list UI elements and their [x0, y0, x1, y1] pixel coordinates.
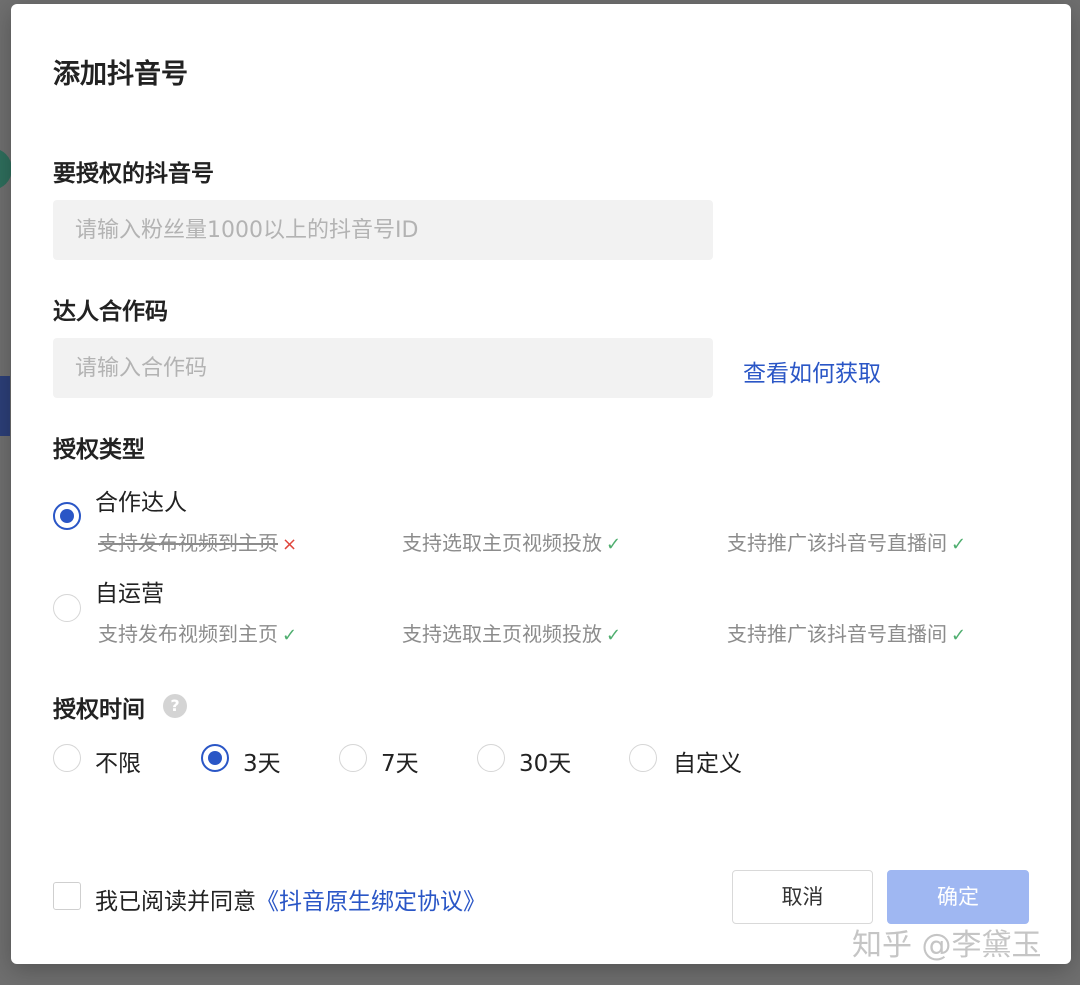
radio-self-operated[interactable]: [53, 594, 81, 622]
dialog-title: 添加抖音号: [53, 59, 188, 90]
radio-time-unlimited[interactable]: [53, 744, 81, 772]
account-id-input[interactable]: [53, 200, 713, 260]
agreement-prefix: 我已阅读并同意: [95, 889, 256, 915]
cooperation-code-label: 达人合作码: [53, 299, 168, 325]
check-icon: ✓: [606, 534, 622, 555]
agreement-text: 我已阅读并同意《抖音原生绑定协议》: [95, 882, 486, 916]
cooperation-code-input[interactable]: [53, 338, 713, 398]
radio-cooperation-talent[interactable]: [53, 502, 81, 530]
time-option-label: 不限: [95, 751, 141, 777]
radio-time-30-days[interactable]: [477, 744, 505, 772]
add-douyin-account-dialog: 添加抖音号 要授权的抖音号 达人合作码 查看如何获取 授权类型 合作达人 支持发…: [11, 4, 1071, 964]
time-option-label: 7天: [381, 751, 419, 777]
check-icon: ✓: [951, 625, 967, 646]
feature-promote-live: 支持推广该抖音号直播间 ✓: [727, 622, 967, 646]
cross-icon: ×: [282, 534, 298, 555]
check-icon: ✓: [282, 625, 298, 646]
watermark: 知乎 @李黛玉: [852, 928, 1042, 963]
account-id-label: 要授权的抖音号: [53, 161, 214, 187]
feature-publish-video: 支持发布视频到主页 ×: [98, 531, 298, 555]
feature-promote-live: 支持推广该抖音号直播间 ✓: [727, 531, 967, 555]
auth-time-label: 授权时间: [53, 697, 145, 723]
question-icon[interactable]: ?: [163, 694, 187, 718]
time-option-label: 3天: [243, 751, 281, 777]
check-icon: ✓: [606, 625, 622, 646]
feature-select-video: 支持选取主页视频投放 ✓: [402, 622, 622, 646]
how-to-get-code-link[interactable]: 查看如何获取: [743, 354, 881, 388]
radio-time-3-days[interactable]: [201, 744, 229, 772]
time-option-label: 30天: [519, 751, 572, 777]
agreement-checkbox[interactable]: [53, 882, 81, 910]
feature-publish-video: 支持发布视频到主页 ✓: [98, 622, 298, 646]
agreement-link[interactable]: 《抖音原生绑定协议》: [256, 889, 486, 915]
cancel-button[interactable]: 取消: [732, 870, 873, 924]
option-cooperation-talent-label: 合作达人: [95, 490, 187, 516]
background-nav-bar: [0, 376, 10, 436]
radio-time-custom[interactable]: [629, 744, 657, 772]
radio-time-7-days[interactable]: [339, 744, 367, 772]
option-self-operated-label: 自运营: [95, 581, 164, 607]
auth-type-label: 授权类型: [53, 437, 145, 463]
time-option-label: 自定义: [673, 751, 742, 777]
check-icon: ✓: [951, 534, 967, 555]
feature-select-video: 支持选取主页视频投放 ✓: [402, 531, 622, 555]
confirm-button[interactable]: 确定: [887, 870, 1029, 924]
